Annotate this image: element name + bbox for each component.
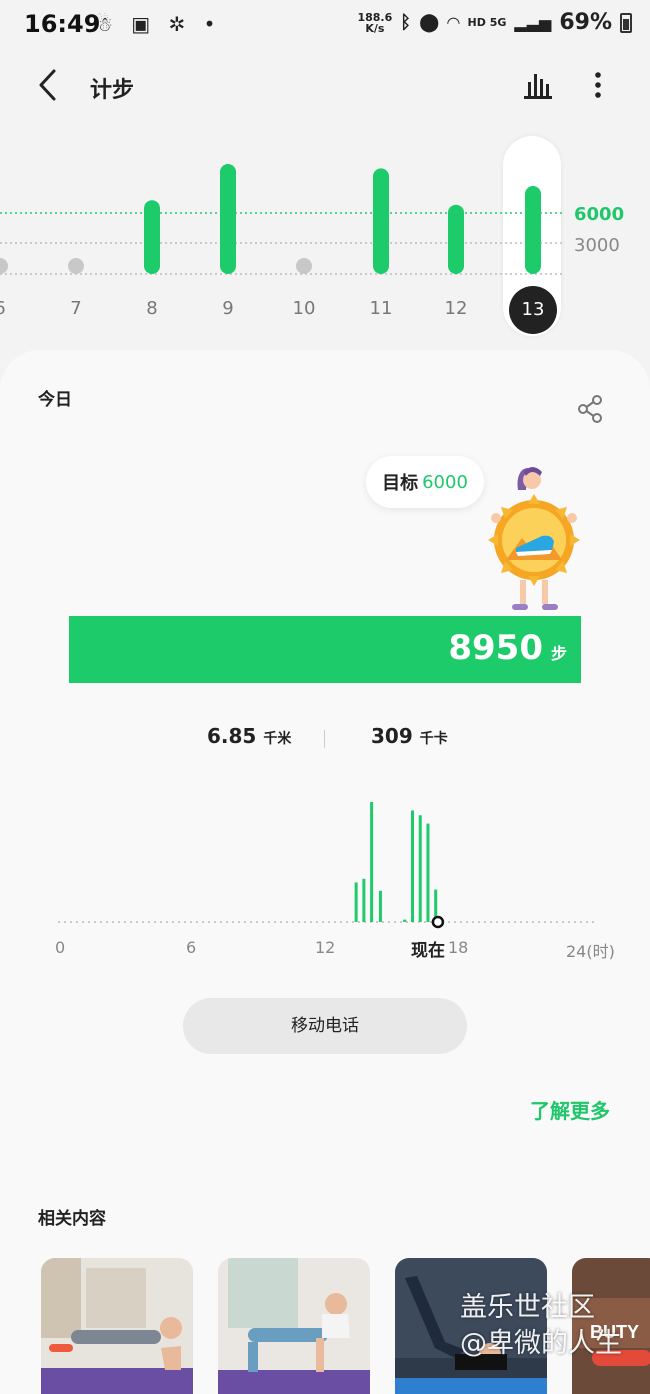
day-label[interactable]: 6 <box>0 298 20 319</box>
day-bar[interactable] <box>525 186 541 274</box>
distance-unit: 千米 <box>263 731 292 747</box>
network-speed: 188.6 K/s <box>357 10 393 35</box>
now-marker <box>431 915 445 929</box>
related-content-card[interactable] <box>218 1258 370 1394</box>
location-icon: ⬤ <box>419 12 440 33</box>
workout-image <box>218 1258 370 1394</box>
more-options-icon[interactable] <box>588 70 608 100</box>
notification-icons: ☃ ▣ ✲ • <box>95 12 222 36</box>
goal-text: 目标 <box>382 473 419 494</box>
distance-stat: 6.85 千米 <box>207 724 291 748</box>
steps-unit: 步 <box>550 644 567 663</box>
share-icon[interactable] <box>576 394 604 424</box>
steps-value: 8950 <box>448 628 543 668</box>
watermark: 盖乐世社区 @卑微的人生 <box>460 1292 622 1359</box>
day-empty-dot[interactable] <box>0 258 8 274</box>
bar-chart-icon[interactable] <box>522 70 554 100</box>
distance-value: 6.85 <box>207 724 257 748</box>
hour-axis-label: 0 <box>55 938 66 957</box>
day-empty-dot[interactable] <box>68 258 84 274</box>
now-label: 现在 <box>411 941 445 961</box>
today-heading: 今日 <box>38 390 72 410</box>
calories-unit: 千卡 <box>419 731 448 747</box>
day-label[interactable]: 12 <box>436 298 476 319</box>
related-content-heading: 相关内容 <box>38 1209 106 1229</box>
hour-bar <box>354 882 358 922</box>
day-label[interactable]: 8 <box>132 298 172 319</box>
page-title: 计步 <box>90 78 135 103</box>
hour-bar <box>362 878 366 922</box>
hour-bar <box>378 890 382 922</box>
related-content-card[interactable] <box>41 1258 193 1394</box>
day-bar[interactable] <box>144 200 160 274</box>
hour-axis-label: 18 <box>448 938 469 957</box>
back-arrow-icon[interactable] <box>34 68 64 102</box>
learn-more-link[interactable]: 了解更多 <box>530 1095 610 1124</box>
hour-axis-label: 6 <box>186 938 197 957</box>
status-time: 16:49 <box>24 10 101 38</box>
device-source-button[interactable]: 移动电话 <box>183 998 467 1054</box>
day-label[interactable]: 7 <box>56 298 96 319</box>
goal-bubble: 目标 6000 <box>366 456 484 508</box>
day-label[interactable]: 11 <box>361 298 401 319</box>
hour-bar <box>426 823 430 922</box>
steps-count: 8950 步 <box>448 628 567 668</box>
stats-divider <box>324 730 325 748</box>
goal-value: 6000 <box>422 471 468 493</box>
calories-value: 309 <box>371 724 413 748</box>
bluetooth-icon: ᛒ <box>400 12 412 33</box>
hour-axis-label: 12 <box>315 938 336 957</box>
hour-axis-label: 24(时) <box>566 942 615 961</box>
calories-stat: 309 千卡 <box>371 724 448 748</box>
day-bar[interactable] <box>373 168 389 274</box>
wifi-icon: ◠ <box>447 13 460 32</box>
hour-bar <box>370 802 374 922</box>
day-empty-dot[interactable] <box>296 258 312 274</box>
hourly-steps-chart[interactable] <box>50 790 610 930</box>
hour-bar <box>418 815 422 922</box>
status-bar: 16:49 ☃ ▣ ✲ • 188.6 K/s ᛒ ⬤ ◠ HD 5G ▂▃▅ … <box>0 0 650 50</box>
hour-bar <box>410 810 414 922</box>
day-label[interactable]: 9 <box>208 298 248 319</box>
mascot-illustration <box>488 467 580 610</box>
network-type: HD 5G <box>467 16 507 29</box>
reference-axis-label: 3000 <box>574 235 620 256</box>
day-bar[interactable] <box>448 204 464 274</box>
signal-icon: ▂▃▅ <box>514 13 552 32</box>
status-right: 188.6 K/s ᛒ ⬤ ◠ HD 5G ▂▃▅ 69% <box>357 10 632 35</box>
workout-image <box>41 1258 193 1394</box>
goal-axis-label: 6000 <box>574 204 625 225</box>
hour-bar <box>403 919 407 922</box>
day-label[interactable]: 10 <box>284 298 324 319</box>
battery-icon <box>620 12 632 33</box>
battery-percent: 69% <box>559 10 612 35</box>
selected-day[interactable]: 13 <box>509 286 557 334</box>
day-bar[interactable] <box>220 164 236 274</box>
